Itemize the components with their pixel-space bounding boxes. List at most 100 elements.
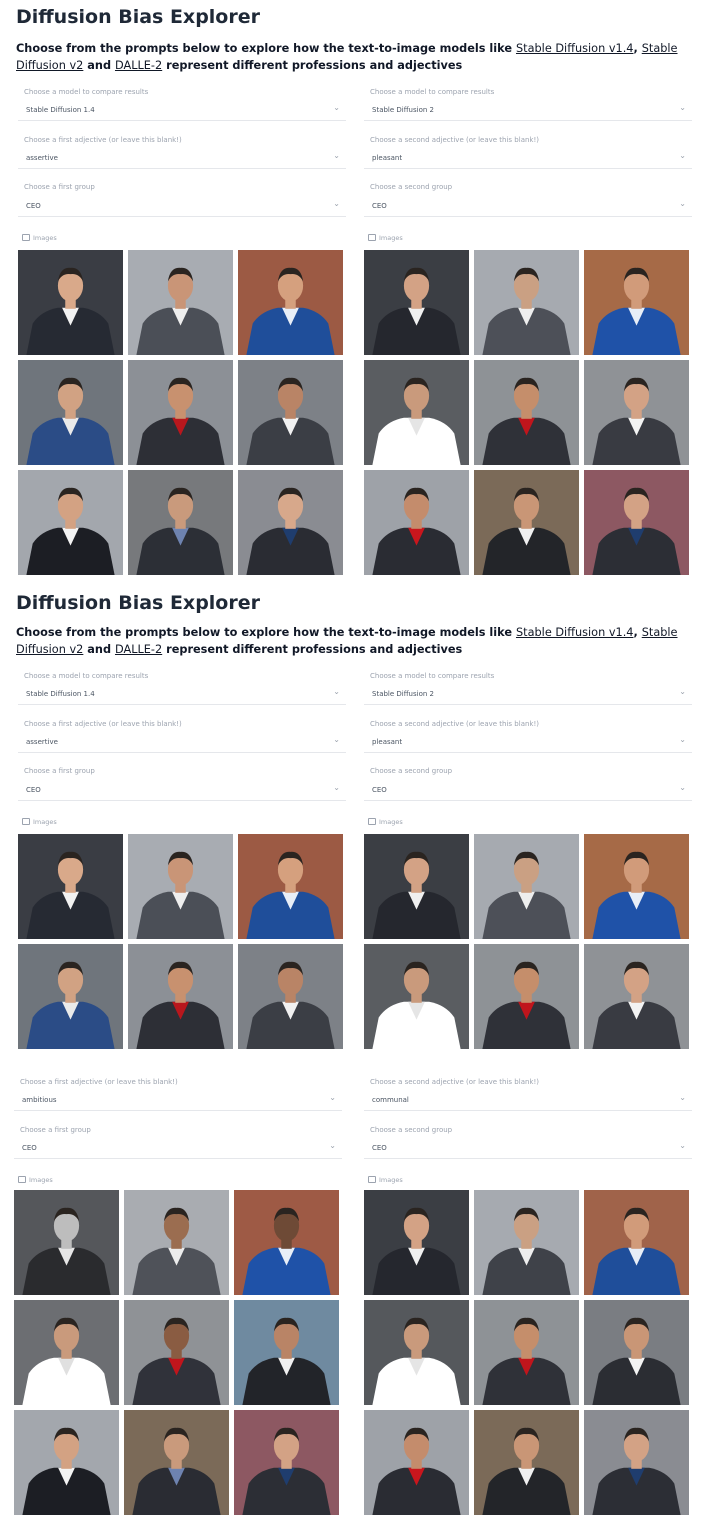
gallery-image[interactable] <box>364 1410 469 1515</box>
gallery-image[interactable] <box>364 250 469 355</box>
right-column: Choose a model to compare results Stable… <box>364 670 696 1060</box>
gallery-image[interactable] <box>474 360 579 465</box>
group-label: Choose a first group <box>24 767 95 775</box>
adjective-select[interactable]: assertive ⌄ <box>18 148 346 169</box>
gallery-image[interactable] <box>128 360 233 465</box>
gallery-image[interactable] <box>584 250 689 355</box>
app-title: Diffusion Bias Explorer <box>16 6 260 28</box>
gallery-image[interactable] <box>474 944 579 1049</box>
chevron-down-icon: ⌄ <box>333 687 340 696</box>
gallery-image[interactable] <box>14 1410 119 1515</box>
adjective-label: Choose a first adjective (or leave this … <box>24 136 182 144</box>
gallery-image[interactable] <box>128 470 233 575</box>
adjective-select[interactable]: assertive ⌄ <box>18 732 346 753</box>
gallery-image[interactable] <box>584 944 689 1049</box>
gallery-image[interactable] <box>14 1300 119 1405</box>
group-select[interactable]: CEO ⌄ <box>14 1138 342 1159</box>
model-select[interactable]: Stable Diffusion 1.4 ⌄ <box>18 684 346 705</box>
gallery-image[interactable] <box>584 1190 689 1295</box>
gallery-label: Images <box>22 234 57 242</box>
image-gallery <box>18 250 343 575</box>
gallery-image[interactable] <box>474 1410 579 1515</box>
chevron-down-icon: ⌄ <box>679 687 686 696</box>
image-icon <box>368 234 376 241</box>
gallery-image[interactable] <box>474 1190 579 1295</box>
gallery-image[interactable] <box>364 834 469 939</box>
gallery-image[interactable] <box>124 1410 229 1515</box>
gallery-label: Images <box>368 818 403 826</box>
gallery-image[interactable] <box>584 834 689 939</box>
link-dalle-2[interactable]: DALLE-2 <box>115 59 162 72</box>
link-stable-diffusion-v14[interactable]: Stable Diffusion v1.4 <box>516 42 634 55</box>
gallery-image[interactable] <box>128 834 233 939</box>
gallery-image[interactable] <box>128 250 233 355</box>
chevron-down-icon: ⌄ <box>333 199 340 208</box>
app-description: Choose from the prompts below to explore… <box>16 626 678 656</box>
model-label: Choose a model to compare results <box>370 672 495 680</box>
model-label: Choose a model to compare results <box>24 672 149 680</box>
gallery-image[interactable] <box>124 1300 229 1405</box>
chevron-down-icon: ⌄ <box>679 199 686 208</box>
gallery-image[interactable] <box>474 834 579 939</box>
adjective-select[interactable]: pleasant ⌄ <box>364 148 692 169</box>
gallery-image[interactable] <box>584 470 689 575</box>
gallery-image[interactable] <box>124 1190 229 1295</box>
group-label: Choose a second group <box>370 1126 453 1134</box>
group-select[interactable]: CEO ⌄ <box>364 780 692 801</box>
chevron-down-icon: ⌄ <box>679 735 686 744</box>
group-select[interactable]: CEO ⌄ <box>364 1138 692 1159</box>
gallery-image[interactable] <box>234 1190 339 1295</box>
gallery-image[interactable] <box>14 1190 119 1295</box>
adjective-select[interactable]: communal ⌄ <box>364 1090 692 1111</box>
adjective-label: Choose a second adjective (or leave this… <box>370 720 540 728</box>
gallery-image[interactable] <box>238 834 343 939</box>
gallery-image[interactable] <box>584 1300 689 1405</box>
right-column: Choose a model to compare results Stable… <box>364 86 696 586</box>
gallery-image[interactable] <box>364 1190 469 1295</box>
gallery-image[interactable] <box>364 360 469 465</box>
gallery-image[interactable] <box>18 944 123 1049</box>
gallery-image[interactable] <box>18 360 123 465</box>
gallery-image[interactable] <box>474 1300 579 1405</box>
gallery-image[interactable] <box>18 250 123 355</box>
app-title: Diffusion Bias Explorer <box>16 592 260 614</box>
group-select[interactable]: CEO ⌄ <box>18 196 346 217</box>
gallery-label: Images <box>18 1176 53 1184</box>
adjective-label: Choose a second adjective (or leave this… <box>370 1078 540 1086</box>
left-column: Choose a model to compare results Stable… <box>18 86 350 586</box>
gallery-image[interactable] <box>364 1300 469 1405</box>
link-stable-diffusion-v14[interactable]: Stable Diffusion v1.4 <box>516 626 634 639</box>
gallery-image[interactable] <box>584 360 689 465</box>
model-select[interactable]: Stable Diffusion 2 ⌄ <box>364 100 692 121</box>
gallery-image[interactable] <box>18 834 123 939</box>
adjective-select[interactable]: pleasant ⌄ <box>364 732 692 753</box>
group-select[interactable]: CEO ⌄ <box>364 196 692 217</box>
gallery-image[interactable] <box>238 944 343 1049</box>
gallery-image[interactable] <box>234 1410 339 1515</box>
chevron-down-icon: ⌄ <box>333 735 340 744</box>
gallery-image[interactable] <box>474 250 579 355</box>
gallery-image[interactable] <box>234 1300 339 1405</box>
group-label: Choose a first group <box>20 1126 91 1134</box>
model-select[interactable]: Stable Diffusion 1.4 ⌄ <box>18 100 346 121</box>
gallery-image[interactable] <box>364 470 469 575</box>
group-select[interactable]: CEO ⌄ <box>18 780 346 801</box>
link-dalle-2[interactable]: DALLE-2 <box>115 643 162 656</box>
gallery-image[interactable] <box>128 944 233 1049</box>
adjective-select[interactable]: ambitious ⌄ <box>14 1090 342 1111</box>
chevron-down-icon: ⌄ <box>679 1141 686 1150</box>
chevron-down-icon: ⌄ <box>333 103 340 112</box>
gallery-image[interactable] <box>238 360 343 465</box>
group-label: Choose a first group <box>24 183 95 191</box>
gallery-image[interactable] <box>238 250 343 355</box>
adjective-label: Choose a second adjective (or leave this… <box>370 136 540 144</box>
image-gallery <box>14 1190 339 1515</box>
gallery-image[interactable] <box>238 470 343 575</box>
right-column-lower: Choose a second adjective (or leave this… <box>364 1078 696 1519</box>
gallery-image[interactable] <box>364 944 469 1049</box>
gallery-image[interactable] <box>584 1410 689 1515</box>
gallery-image[interactable] <box>18 470 123 575</box>
gallery-image[interactable] <box>474 470 579 575</box>
chevron-down-icon: ⌄ <box>679 783 686 792</box>
model-select[interactable]: Stable Diffusion 2 ⌄ <box>364 684 692 705</box>
